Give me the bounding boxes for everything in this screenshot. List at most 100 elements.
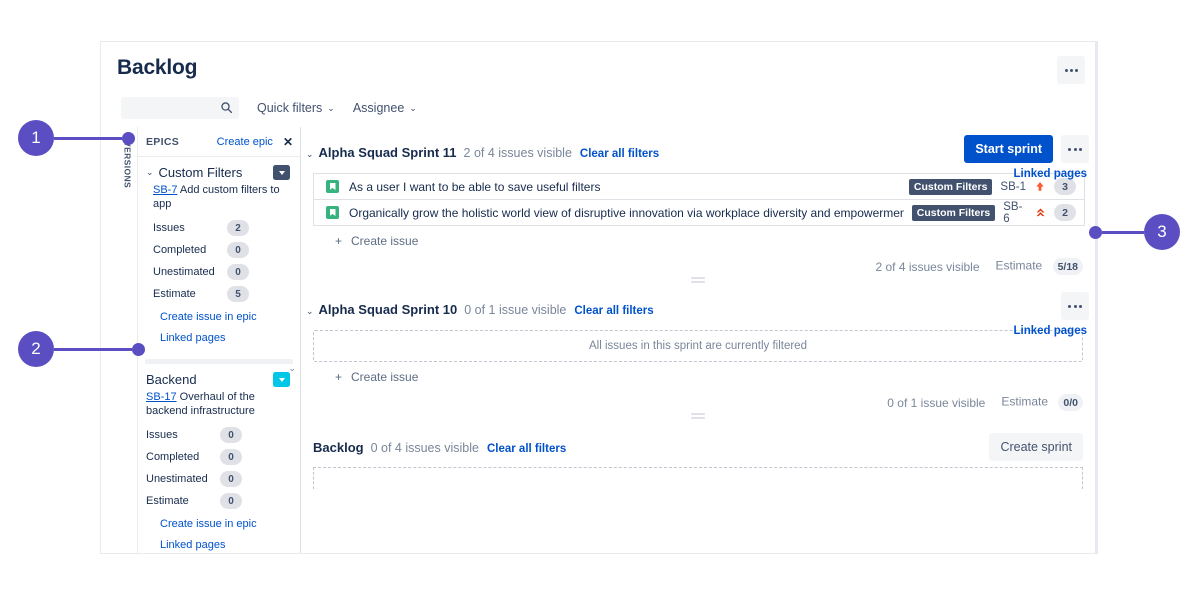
story-icon bbox=[326, 180, 339, 193]
epic-key-link[interactable]: SB-7 bbox=[153, 184, 177, 196]
clear-all-filters-link[interactable]: Clear all filters bbox=[487, 443, 566, 455]
create-sprint-button[interactable]: Create sprint bbox=[989, 433, 1083, 461]
epic-stat-value: 0 bbox=[220, 427, 242, 443]
sprint-footer-estimate: Estimate 0/0 bbox=[1001, 394, 1083, 411]
sprint-resize-handle[interactable] bbox=[691, 413, 705, 421]
epic-tag[interactable]: Custom Filters bbox=[912, 205, 996, 221]
issue-title: Organically grow the holistic world view… bbox=[349, 206, 904, 220]
callout-3: 3 bbox=[1089, 214, 1180, 250]
clear-all-filters-link[interactable]: Clear all filters bbox=[574, 305, 653, 317]
issue-key[interactable]: SB-1 bbox=[1000, 181, 1026, 193]
epic-stat-value: 0 bbox=[220, 493, 242, 509]
story-icon bbox=[326, 206, 339, 219]
more-horizontal-icon bbox=[1065, 69, 1068, 72]
start-sprint-button[interactable]: Start sprint bbox=[964, 135, 1053, 163]
create-issue-button[interactable]: +Create issue bbox=[335, 234, 1095, 248]
epic-stat-estimate: Estimate 5 bbox=[153, 283, 290, 305]
epic-stat-value: 0 bbox=[227, 242, 249, 258]
epic-color-dropdown[interactable] bbox=[273, 165, 290, 180]
sprint-linked-pages-link[interactable]: Linked pages bbox=[1014, 325, 1088, 337]
issue-meta: Custom Filters SB-1 3 bbox=[901, 178, 1076, 195]
more-horizontal-icon bbox=[1070, 69, 1073, 72]
more-horizontal-icon bbox=[1075, 69, 1078, 72]
epic-stat-value: 0 bbox=[220, 449, 242, 465]
plus-icon: + bbox=[335, 370, 342, 384]
callout-2: 2 bbox=[18, 331, 154, 367]
app-window: Backlog Quick filters ⌄ Assignee ⌄ bbox=[100, 41, 1098, 554]
epic-stat-value: 0 bbox=[227, 264, 249, 280]
backlog-dropzone bbox=[313, 467, 1083, 489]
epic-stat-label: Completed bbox=[146, 451, 220, 463]
close-icon[interactable]: ✕ bbox=[283, 136, 293, 148]
epic-stat-issues: Issues 0 bbox=[146, 424, 290, 446]
quick-filters-label: Quick filters bbox=[257, 101, 322, 115]
chevron-down-icon[interactable]: ⌄ bbox=[306, 306, 314, 317]
epics-panel-header: EPICS Create epic ✕ bbox=[138, 127, 300, 157]
epic-stat-unestimated: Unestimated 0 bbox=[153, 261, 290, 283]
create-issue-button[interactable]: +Create issue bbox=[335, 370, 1095, 384]
sprint-name: Alpha Squad Sprint 11 bbox=[319, 145, 457, 160]
create-issue-in-epic-link[interactable]: Create issue in epic bbox=[160, 518, 290, 530]
quick-filters-dropdown[interactable]: Quick filters ⌄ bbox=[257, 101, 335, 115]
epic-stat-label: Estimate bbox=[153, 288, 227, 300]
epic-stat-completed: Completed 0 bbox=[146, 446, 290, 468]
epic-stat-label: Issues bbox=[153, 222, 227, 234]
table-row[interactable]: Organically grow the holistic world view… bbox=[314, 200, 1084, 226]
callout-line bbox=[54, 137, 122, 140]
callout-number: 3 bbox=[1144, 214, 1180, 250]
backlog-visible-count: 0 of 4 issues visible bbox=[371, 441, 479, 455]
epic-stats: Issues 0 Completed 0 Unestimated 0 Estim… bbox=[146, 424, 290, 512]
chevron-down-icon[interactable]: ⌄ bbox=[306, 149, 314, 160]
story-points: 2 bbox=[1054, 204, 1076, 221]
empty-message: All issues in this sprint are currently … bbox=[589, 340, 807, 352]
linked-pages-link[interactable]: Linked pages bbox=[160, 539, 290, 551]
epic-links: Create issue in epic Linked pages bbox=[160, 518, 290, 551]
epics-panel: EPICS Create epic ✕ ⌄ Custom Filters SB-… bbox=[137, 127, 301, 554]
sprint-footer-meta: 0 of 1 issue visible Estimate 0/0 bbox=[887, 394, 1083, 411]
board-more-menu-button[interactable] bbox=[1057, 56, 1085, 84]
sprint-footer-count: 0 of 1 issue visible bbox=[887, 396, 985, 410]
more-horizontal-icon bbox=[1079, 305, 1082, 308]
epic-summary: SB-17 Overhaul of the backend infrastruc… bbox=[146, 390, 290, 418]
epic-stat-value: 0 bbox=[220, 471, 242, 487]
more-horizontal-icon bbox=[1079, 148, 1082, 151]
sprint-footer-count: 2 of 4 issues visible bbox=[875, 260, 979, 274]
callout-number: 1 bbox=[18, 120, 54, 156]
epic-links: Create issue in epic Linked pages bbox=[160, 311, 290, 344]
more-horizontal-icon bbox=[1074, 305, 1077, 308]
assignee-dropdown[interactable]: Assignee ⌄ bbox=[353, 101, 417, 115]
epic-tag[interactable]: Custom Filters bbox=[909, 179, 993, 195]
backlog-section-name: Backlog bbox=[313, 440, 364, 455]
sprint-more-menu-button[interactable] bbox=[1061, 135, 1089, 163]
create-epic-button[interactable]: Create epic bbox=[217, 136, 273, 148]
sprint-more-menu-button[interactable] bbox=[1061, 292, 1089, 320]
issue-title: As a user I want to be able to save usef… bbox=[349, 180, 600, 194]
chevron-down-icon[interactable]: ⌄ bbox=[146, 167, 154, 178]
epic-stat-label: Estimate bbox=[146, 495, 220, 507]
callout-line bbox=[54, 348, 132, 351]
epic-color-dropdown[interactable] bbox=[273, 372, 290, 387]
sprint-resize-handle[interactable] bbox=[691, 277, 705, 285]
priority-high-arrow-up-icon bbox=[1034, 180, 1046, 193]
estimate-value: 5/18 bbox=[1053, 258, 1083, 275]
epic-item-backend[interactable]: Backend SB-17 Overhaul of the backend in… bbox=[138, 364, 300, 554]
epic-stat-label: Completed bbox=[153, 244, 227, 256]
epic-header-row: Backend bbox=[146, 372, 290, 387]
chevron-down-icon[interactable]: ⌄ bbox=[288, 363, 296, 374]
epic-item-custom-filters[interactable]: ⌄ Custom Filters SB-7 Add custom filters… bbox=[138, 157, 300, 355]
epic-stat-estimate: Estimate 0 bbox=[146, 490, 290, 512]
epic-key-link[interactable]: SB-17 bbox=[146, 391, 177, 403]
create-issue-in-epic-link[interactable]: Create issue in epic bbox=[160, 311, 290, 323]
sprint-linked-pages-link[interactable]: Linked pages bbox=[1014, 168, 1088, 180]
sprint-title-row: ⌄ Alpha Squad Sprint 10 0 of 1 issue vis… bbox=[306, 302, 1095, 317]
linked-pages-link[interactable]: Linked pages bbox=[160, 332, 290, 344]
epic-stat-label: Unestimated bbox=[146, 473, 220, 485]
backlog-section-header: Backlog 0 of 4 issues visible Clear all … bbox=[313, 440, 1095, 455]
page-title: Backlog bbox=[117, 56, 197, 80]
issue-key[interactable]: SB-6 bbox=[1003, 201, 1027, 225]
sprint-header-alpha-squad-sprint-11: ⌄ Alpha Squad Sprint 11 2 of 4 issues vi… bbox=[301, 127, 1095, 160]
table-row[interactable]: As a user I want to be able to save usef… bbox=[314, 174, 1084, 200]
callout-dot bbox=[132, 343, 145, 356]
clear-all-filters-link[interactable]: Clear all filters bbox=[580, 148, 659, 160]
search-box[interactable] bbox=[121, 97, 239, 119]
